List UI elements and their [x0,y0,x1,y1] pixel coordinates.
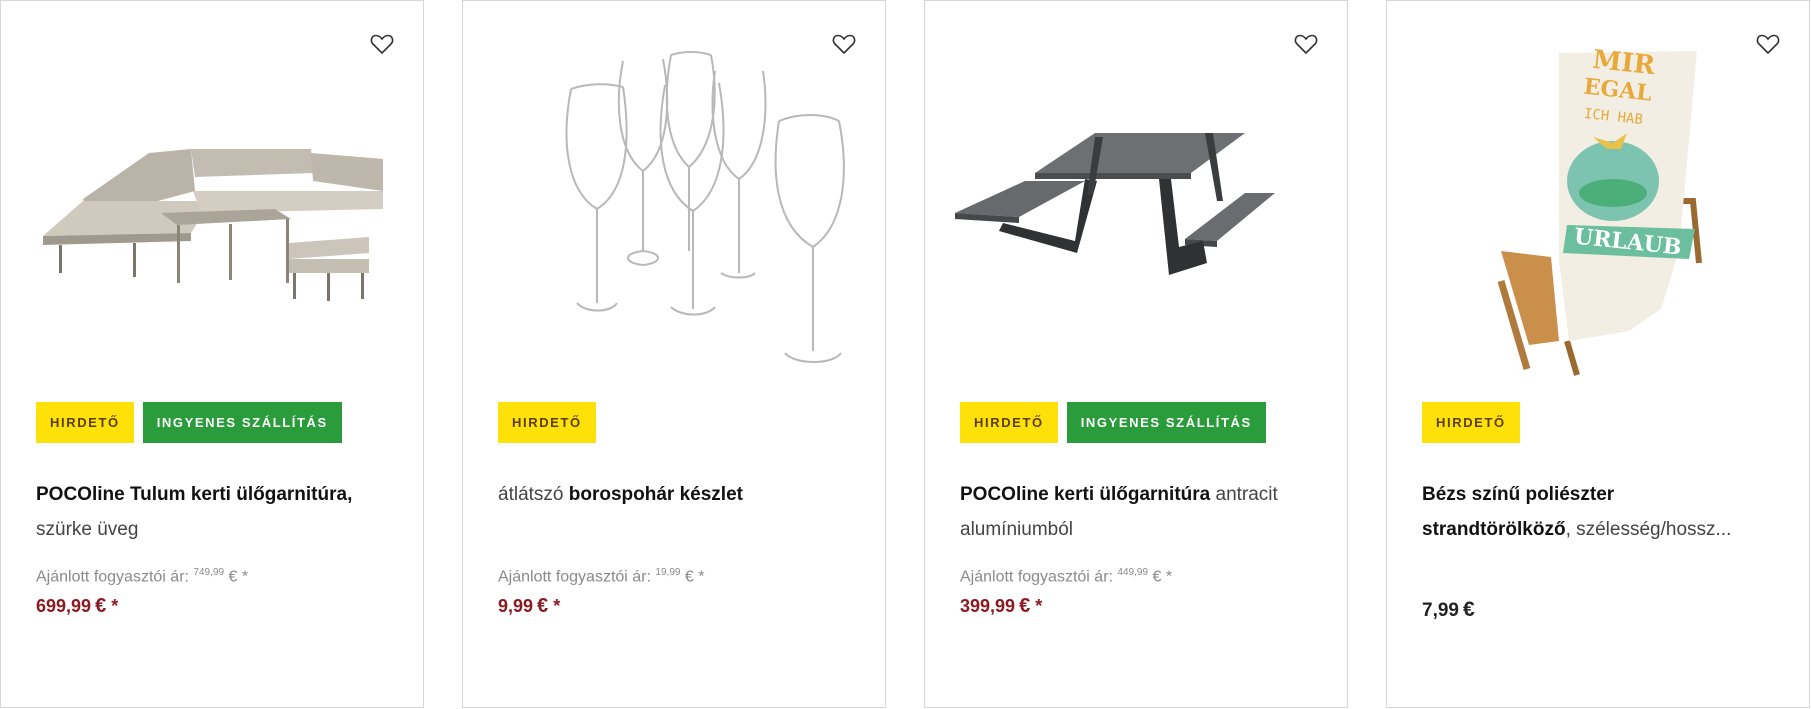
price-asterisk: * [553,596,561,616]
badge-row: HIRDETŐ [1422,402,1520,443]
price-currency: € [537,595,549,617]
price-asterisk: * [1035,596,1043,616]
product-price: 7,99 € [1422,598,1475,622]
product-title-bold: Bézs színű poliészter [1422,484,1615,505]
rrp-asterisk: * [1165,568,1173,586]
price-currency: € [95,595,107,617]
wine-glass-set-image[interactable] [493,41,853,381]
price-currency: € [1462,598,1475,621]
picnic-table-image[interactable] [955,41,1315,381]
price-currency: € [1019,595,1031,617]
rrp-value: 749,99 [193,567,225,578]
product-price: 699,99 € * [36,595,118,618]
product-card[interactable]: HIRDETŐ INGYENES SZÁLLÍTÁS POCOline kert… [924,0,1348,708]
rrp-label: Ajánlott fogyasztói ár: [36,568,189,586]
ad-badge: HIRDETŐ [498,402,596,443]
product-title-bold: borospohár készlet [568,484,743,505]
recommended-price: Ajánlott fogyasztói ár: 749,99 € * [36,567,248,586]
product-title[interactable]: Bézs színű poliészter strandtörölköző, s… [1422,477,1782,547]
price-value: 699,99 [36,596,92,616]
product-title-rest: antracit [1215,484,1278,505]
rrp-currency: € [684,568,694,586]
recommended-price: Ajánlott fogyasztói ár: 449,99 € * [960,567,1172,586]
price-asterisk: * [111,596,119,616]
product-title-bold: POCOline Tulum kerti ülőgarnitúra, [36,484,353,505]
product-title-prefix: átlátszó [498,484,564,505]
product-title[interactable]: átlátszó borospohár készlet [498,477,858,512]
badge-row: HIRDETŐ INGYENES SZÁLLÍTÁS [960,402,1266,443]
product-title[interactable]: POCOline Tulum kerti ülőgarnitúra, szürk… [36,477,396,547]
product-price: 399,99 € * [960,595,1042,618]
product-title-bold: POCOline kerti ülőgarnitúra [960,484,1211,505]
ad-badge: HIRDETŐ [1422,402,1520,443]
rrp-currency: € [228,568,238,586]
product-title-rest: , szélesség/hossz... [1565,519,1732,540]
outdoor-sofa-set-image[interactable] [31,41,391,381]
badge-row: HIRDETŐ [498,402,596,443]
rrp-currency: € [1152,568,1162,586]
free-shipping-badge: INGYENES SZÁLLÍTÁS [1066,402,1266,443]
recommended-price: Ajánlott fogyasztói ár: 19,99 € * [498,567,705,586]
price-value: 399,99 [960,596,1016,616]
product-title[interactable]: POCOline kerti ülőgarnitúra antracit alu… [960,477,1320,547]
price-value: 7,99 [1422,600,1459,621]
rrp-label: Ajánlott fogyasztói ár: [498,568,651,586]
product-title-rest: szürke üveg [36,519,139,540]
product-card[interactable]: MIR EGAL ICH HAB URLAUB HIRDETŐ Bézs szí… [1386,0,1810,708]
price-value: 9,99 [498,596,534,616]
rrp-asterisk: * [698,568,705,586]
ad-badge: HIRDETŐ [960,402,1058,443]
product-title-rest-2: alumíniumból [960,519,1073,540]
badge-row: HIRDETŐ INGYENES SZÁLLÍTÁS [36,402,342,443]
ad-badge: HIRDETŐ [36,402,134,443]
rrp-label: Ajánlott fogyasztói ár: [960,568,1113,586]
product-price: 9,99 € * [498,595,560,618]
product-card[interactable]: HIRDETŐ átlátszó borospohár készlet Aján… [462,0,886,708]
rrp-value: 449,99 [1117,567,1149,578]
rrp-value: 19,99 [655,567,681,578]
product-card[interactable]: HIRDETŐ INGYENES SZÁLLÍTÁS POCOline Tulu… [0,0,424,708]
product-title-bold-2: strandtörölköző [1422,519,1566,540]
free-shipping-badge: INGYENES SZÁLLÍTÁS [142,402,342,443]
product-title-line-2: strandtörölköző, szélesség/hossz... [1422,512,1782,547]
beach-towel-lounger-image[interactable]: MIR EGAL ICH HAB URLAUB [1417,41,1777,381]
rrp-asterisk: * [241,568,249,586]
